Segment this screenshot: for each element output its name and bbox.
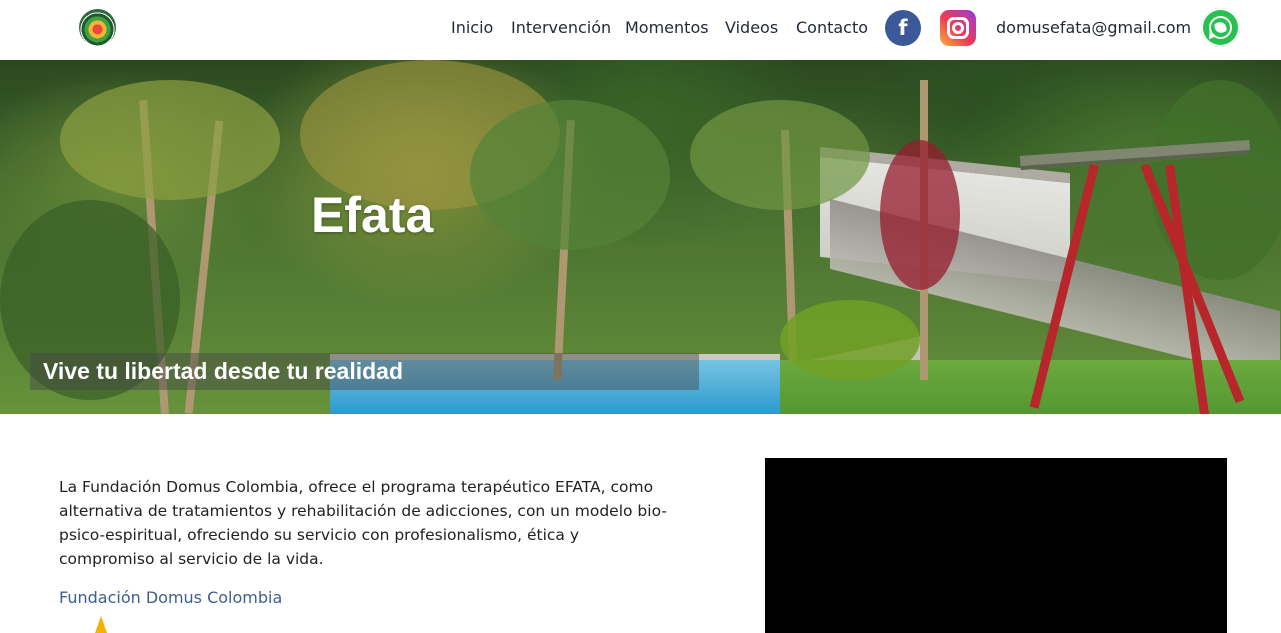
hero-banner: Efata Vive tu libertad desde tu realidad <box>0 60 1281 414</box>
instagram-icon-lens <box>952 22 964 34</box>
facebook-icon[interactable]: f <box>885 10 921 46</box>
fundacion-link[interactable]: Fundación Domus Colombia <box>59 588 282 607</box>
instagram-icon-dot <box>964 19 967 22</box>
site-header: Inicio Intervención Momentos Videos Cont… <box>0 0 1281 60</box>
hero-tagline: Vive tu libertad desde tu realidad <box>43 358 404 384</box>
instagram-icon[interactable] <box>940 10 976 46</box>
nav-momentos[interactable]: Momentos <box>625 18 709 37</box>
nav-contacto[interactable]: Contacto <box>796 18 868 37</box>
hero-title: Efata <box>311 187 434 243</box>
domus-colombia-logo[interactable] <box>79 9 116 46</box>
video-player[interactable] <box>765 458 1227 633</box>
email-link[interactable]: domusefata@gmail.com <box>996 18 1191 37</box>
nav-videos[interactable]: Videos <box>725 18 778 37</box>
whatsapp-icon[interactable] <box>1201 8 1240 47</box>
nav-inicio[interactable]: Inicio <box>451 18 493 37</box>
nav-intervencion[interactable]: Intervención <box>511 18 611 37</box>
arrow-up-icon <box>95 616 107 633</box>
intro-paragraph: La Fundación Domus Colombia, ofrece el p… <box>59 478 667 568</box>
